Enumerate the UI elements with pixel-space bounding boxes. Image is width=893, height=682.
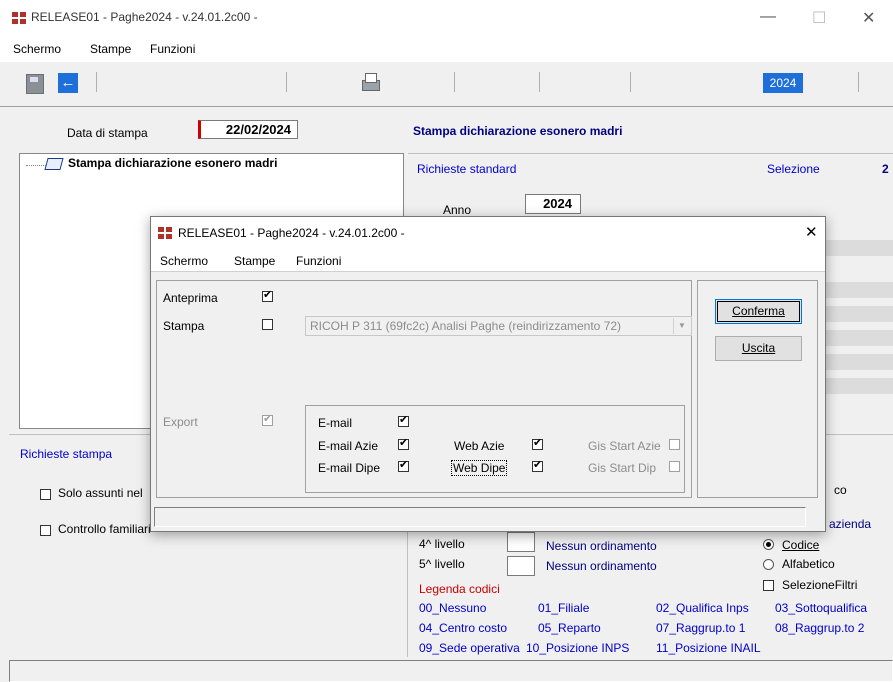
radio-alfabetico-label: Alfabetico — [782, 557, 835, 571]
options-group: Anteprima Stampa RICOH P 311 (69fc2c) An… — [156, 280, 692, 498]
web-azie-checkbox[interactable] — [532, 436, 543, 450]
selection-label: Selezione — [767, 162, 820, 176]
radio-codice[interactable] — [763, 539, 774, 550]
solo-assunti-checkbox[interactable] — [40, 489, 51, 500]
chevron-down-icon[interactable]: ▼ — [673, 318, 690, 334]
partial-label-azienda: azienda — [829, 517, 872, 531]
legend-item: 08_Raggrup.to 2 — [775, 621, 865, 635]
year-label: Anno — [443, 203, 472, 217]
conferma-button[interactable]: Conferma — [715, 299, 802, 324]
web-dipe-checkbox[interactable] — [532, 458, 543, 472]
dialog-menu-bar: Schermo Stampe Funzioni — [151, 247, 825, 272]
dialog-title-bar: RELEASE01 - Paghe2024 - v.24.01.2c00 - ✕ — [151, 217, 825, 247]
dialog-menu-funzioni[interactable]: Funzioni — [296, 254, 341, 268]
tree-item[interactable]: Stampa dichiarazione esonero madri — [68, 156, 277, 170]
radio-codice-label: Codice — [782, 538, 820, 552]
print-date-input[interactable]: 22/02/2024 — [198, 120, 298, 139]
print-requests-title: Richieste stampa — [20, 447, 113, 461]
legend-item: 09_Sede operativa — [419, 641, 520, 655]
gis-start-dip-label: Gis Start Dip — [588, 461, 657, 475]
gis-start-dip-checkbox — [669, 461, 680, 472]
dialog-title: RELEASE01 - Paghe2024 - v.24.01.2c00 - — [178, 226, 405, 240]
menu-funzioni[interactable]: Funzioni — [150, 40, 195, 58]
page-heading: Stampa dichiarazione esonero madri — [413, 124, 623, 138]
selezione-filtri-checkbox[interactable] — [763, 580, 774, 591]
app-icon — [12, 12, 26, 24]
legend-item: 02_Qualifica Inps — [656, 601, 749, 615]
selezione-filtri-label: SelezioneFiltri — [782, 578, 858, 592]
email-azie-label: E-mail Azie — [318, 439, 379, 453]
selection-value: 2 — [882, 162, 889, 176]
legend-item: 01_Filiale — [538, 601, 590, 615]
dialog-status-bar — [154, 507, 806, 527]
email-label: E-mail — [318, 416, 353, 430]
buttons-group: Conferma Uscita — [697, 280, 818, 498]
legend-title: Legenda codici — [419, 582, 500, 596]
gis-start-azie-checkbox — [669, 439, 680, 450]
dialog-close-button[interactable]: ✕ — [805, 223, 818, 241]
print-date-value: 22/02/2024 — [225, 122, 291, 137]
maximize-button[interactable]: ☐ — [812, 8, 826, 28]
level5-input[interactable] — [507, 556, 535, 576]
back-arrow-icon[interactable]: ← — [58, 73, 78, 93]
dialog-menu-schermo[interactable]: Schermo — [160, 254, 208, 268]
legend-item: 03_Sottoqualifica — [775, 601, 868, 615]
anteprima-checkbox[interactable] — [262, 288, 273, 302]
email-azie-checkbox[interactable] — [398, 436, 409, 450]
legend-item: 04_Centro costo — [419, 621, 508, 635]
tree-connector — [26, 165, 46, 166]
close-button[interactable]: ✕ — [862, 8, 875, 28]
printer-select-value: RICOH P 311 (69fc2c) Analisi Paghe (rein… — [310, 319, 622, 333]
dialog-app-icon — [158, 227, 172, 239]
email-group: E-mail E-mail Azie Web Azie Gis Start Az… — [305, 405, 685, 493]
web-dipe-label: Web Dipe — [450, 460, 508, 476]
book-icon — [44, 158, 64, 170]
radio-alfabetico[interactable] — [763, 559, 774, 570]
level5-label: 5^ livello — [419, 557, 465, 571]
stampa-checkbox[interactable] — [262, 319, 273, 330]
email-checkbox[interactable] — [398, 413, 409, 427]
export-label: Export — [163, 415, 198, 429]
legend-item: 10_Posizione INPS — [526, 641, 630, 655]
menu-schermo[interactable]: Schermo — [13, 40, 61, 58]
minimize-button[interactable]: — — [760, 8, 776, 26]
legend-item: 00_Nessuno — [419, 601, 487, 615]
anteprima-label: Anteprima — [163, 291, 218, 305]
uscita-button[interactable]: Uscita — [715, 336, 802, 361]
level4-value: Nessun ordinamento — [546, 539, 657, 553]
printer-select[interactable]: RICOH P 311 (69fc2c) Analisi Paghe (rein… — [305, 316, 692, 336]
print-date-label: Data di stampa — [67, 126, 148, 140]
toolbar: ← 2024 — [0, 62, 893, 107]
export-checkbox — [262, 412, 273, 426]
web-azie-label: Web Azie — [454, 439, 505, 453]
stampa-label: Stampa — [163, 319, 205, 333]
dialog-menu-stampe[interactable]: Stampe — [234, 254, 275, 268]
gis-start-azie-label: Gis Start Azie — [588, 439, 661, 453]
save-icon[interactable] — [26, 74, 44, 94]
level4-label: 4^ livello — [419, 537, 465, 551]
year-input-value: 2024 — [543, 196, 572, 211]
standard-requests-label: Richieste standard — [417, 162, 517, 176]
status-bar — [9, 660, 893, 682]
controllo-familiari-checkbox[interactable] — [40, 525, 51, 536]
year-input[interactable]: 2024 — [525, 194, 581, 214]
printer-icon[interactable] — [360, 72, 380, 92]
level5-value: Nessun ordinamento — [546, 559, 657, 573]
controllo-familiari-label: Controllo familiari — [58, 522, 151, 536]
legend-item: 11_Posizione INAIL — [656, 641, 761, 655]
print-dialog: RELEASE01 - Paghe2024 - v.24.01.2c00 - ✕… — [150, 216, 826, 532]
partial-label-co: co — [834, 483, 847, 497]
level4-input[interactable] — [507, 532, 535, 552]
window-title: RELEASE01 - Paghe2024 - v.24.01.2c00 - — [31, 10, 258, 24]
title-bar: RELEASE01 - Paghe2024 - v.24.01.2c00 - —… — [0, 0, 893, 40]
menu-bar: Schermo Stampe Funzioni — [0, 40, 893, 62]
year-badge: 2024 — [763, 73, 803, 93]
solo-assunti-label: Solo assunti nel — [58, 486, 143, 500]
email-dipe-label: E-mail Dipe — [318, 461, 381, 475]
legend-item: 05_Reparto — [538, 621, 601, 635]
legend-item: 07_Raggrup.to 1 — [656, 621, 746, 635]
email-dipe-checkbox[interactable] — [398, 458, 409, 472]
menu-stampe[interactable]: Stampe — [90, 40, 131, 58]
